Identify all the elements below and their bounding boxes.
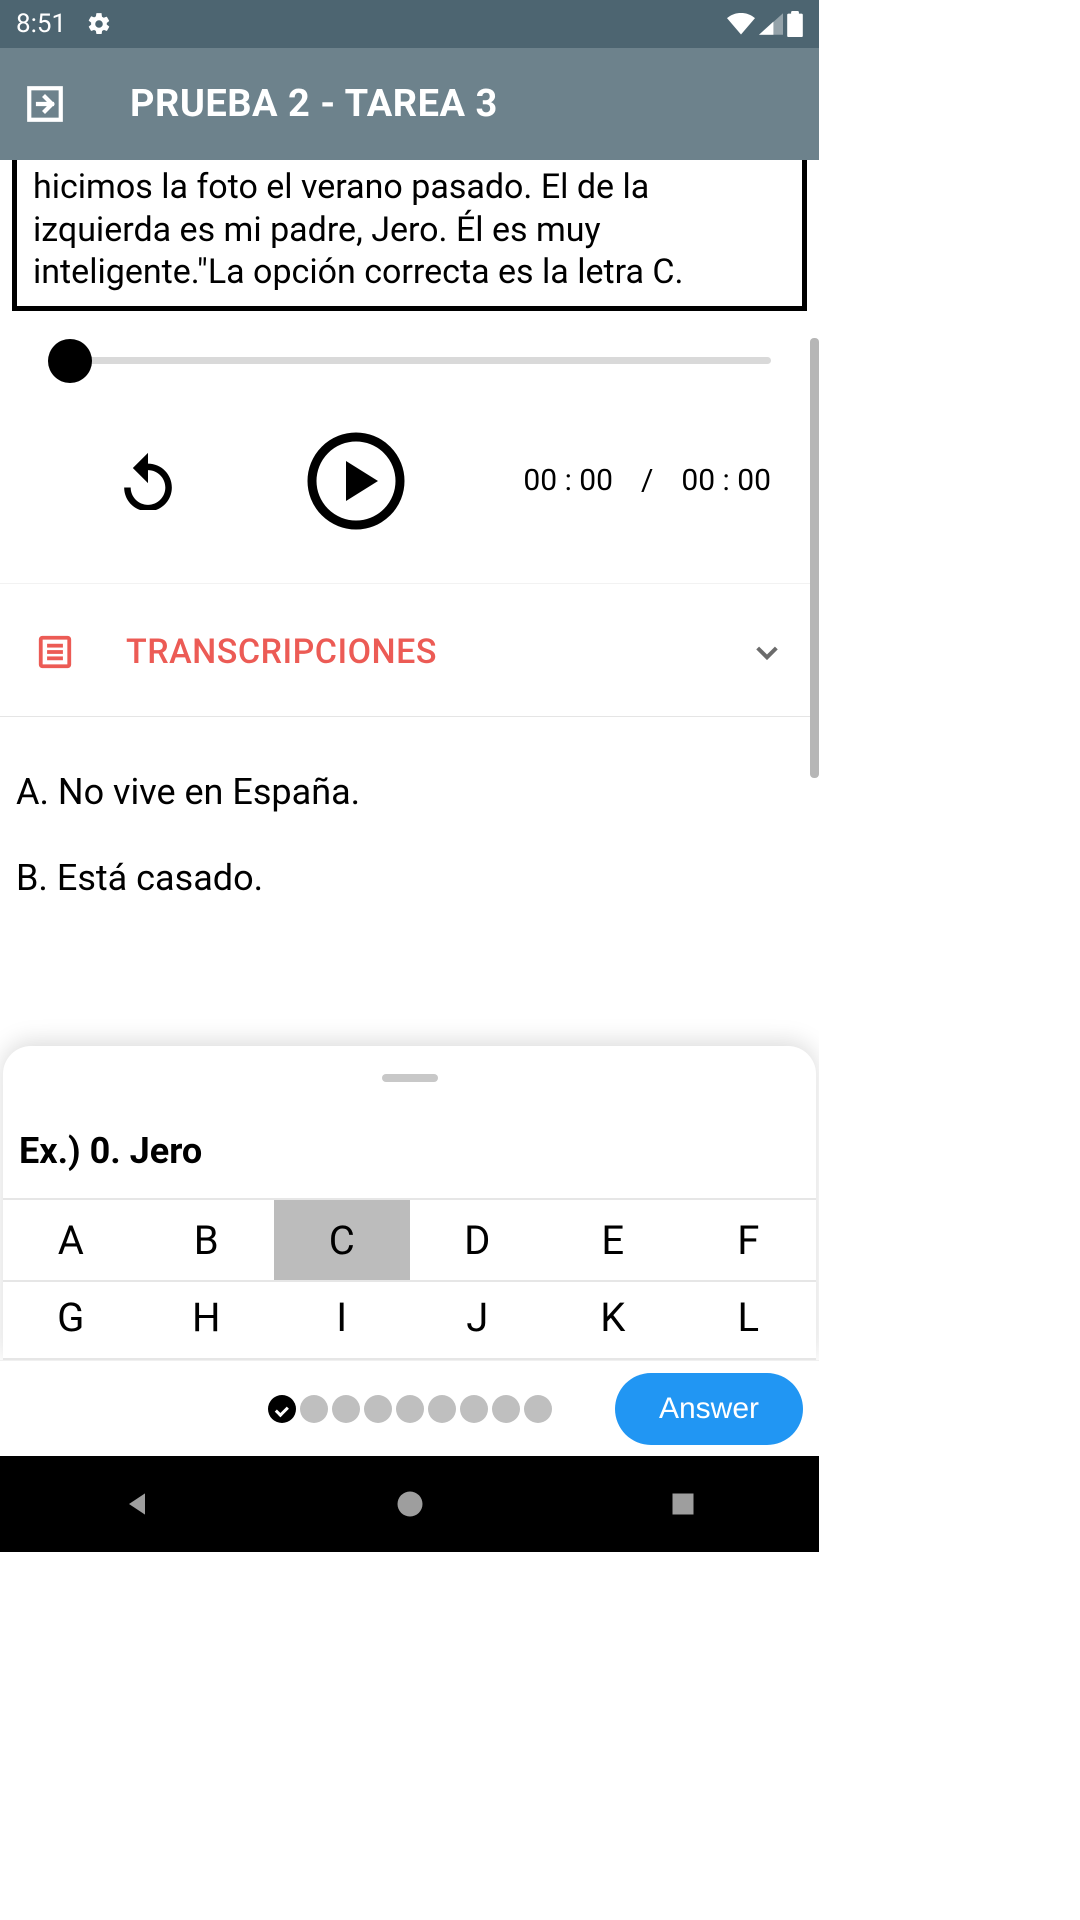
progress-dot-1[interactable] (268, 1395, 296, 1423)
progress-dots (268, 1395, 552, 1423)
answer-cell-A[interactable]: A (3, 1200, 139, 1280)
app-bar: PRUEBA 2 - TAREA 3 (0, 48, 819, 160)
battery-icon (787, 11, 803, 37)
nav-home-icon[interactable] (350, 1489, 470, 1519)
progress-dot-9[interactable] (524, 1395, 552, 1423)
status-bar: 8:51 (0, 0, 819, 48)
replay-icon[interactable] (122, 452, 174, 510)
cellular-icon (759, 13, 783, 35)
answer-cell-I[interactable]: I (274, 1282, 410, 1358)
answer-cell-L[interactable]: L (681, 1282, 817, 1358)
answer-cell-G[interactable]: G (3, 1282, 139, 1358)
bottom-bar: Answer (0, 1360, 819, 1456)
transcripts-label: TRANSCRIPCIONES (126, 632, 699, 672)
transcript-list-icon (36, 633, 74, 671)
answer-cell-E[interactable]: E (545, 1200, 681, 1280)
seek-thumb[interactable] (48, 339, 92, 383)
progress-dot-2[interactable] (300, 1395, 328, 1423)
answer-sheet: Ex.) 0. Jero A B C D E F G H I J K L (3, 1046, 816, 1360)
gear-icon (86, 11, 112, 37)
progress-dot-3[interactable] (332, 1395, 360, 1423)
answer-grid: A B C D E F G H I J K L (3, 1198, 816, 1360)
scroll-indicator[interactable] (810, 338, 819, 778)
answer-cell-K[interactable]: K (545, 1282, 681, 1358)
answer-cell-D[interactable]: D (410, 1200, 546, 1280)
answer-cell-J[interactable]: J (410, 1282, 546, 1358)
content-area: hicimos la foto el verano pasado. El de … (0, 160, 819, 1360)
progress-dot-4[interactable] (364, 1395, 392, 1423)
audio-time: 00 : 00 / 00 : 00 (523, 463, 771, 498)
option-b: B. Está casado. (16, 835, 803, 921)
audio-time-separator: / (641, 463, 653, 498)
status-left: 8:51 (16, 9, 112, 39)
play-icon[interactable] (306, 431, 406, 531)
chevron-down-icon (751, 636, 783, 668)
progress-dot-6[interactable] (428, 1395, 456, 1423)
seek-slider[interactable] (48, 339, 771, 383)
progress-dot-8[interactable] (492, 1395, 520, 1423)
nav-recent-icon[interactable] (623, 1490, 743, 1518)
option-a: A. No vive en España. (16, 749, 803, 835)
answer-cell-F[interactable]: F (681, 1200, 817, 1280)
system-nav-bar (0, 1456, 819, 1552)
nav-back-icon[interactable] (77, 1488, 197, 1520)
progress-dot-5[interactable] (396, 1395, 424, 1423)
page-title: PRUEBA 2 - TAREA 3 (130, 82, 498, 126)
answer-row-2: G H I J K L (3, 1282, 816, 1360)
wifi-icon (727, 13, 755, 35)
passage-box: hicimos la foto el verano pasado. El de … (12, 160, 807, 311)
answer-cell-B[interactable]: B (139, 1200, 275, 1280)
sheet-title: Ex.) 0. Jero (3, 1130, 816, 1198)
answer-button[interactable]: Answer (615, 1373, 803, 1445)
audio-current-time: 00 : 00 (523, 463, 613, 498)
answer-cell-C[interactable]: C (274, 1200, 410, 1280)
progress-dot-7[interactable] (460, 1395, 488, 1423)
options-list: A. No vive en España. B. Está casado. (0, 717, 819, 921)
sheet-drag-handle[interactable] (382, 1074, 438, 1082)
status-right (727, 11, 803, 37)
exit-icon[interactable] (24, 83, 66, 125)
audio-player: 00 : 00 / 00 : 00 (0, 311, 819, 571)
answer-cell-H[interactable]: H (139, 1282, 275, 1358)
passage-text: hicimos la foto el verano pasado. El de … (33, 167, 684, 292)
audio-controls: 00 : 00 / 00 : 00 (48, 431, 771, 531)
transcripts-toggle[interactable]: TRANSCRIPCIONES (0, 583, 819, 717)
seek-track-line (48, 357, 771, 364)
answer-row-1: A B C D E F (3, 1200, 816, 1282)
audio-total-time: 00 : 00 (681, 463, 771, 498)
status-time: 8:51 (16, 9, 66, 39)
